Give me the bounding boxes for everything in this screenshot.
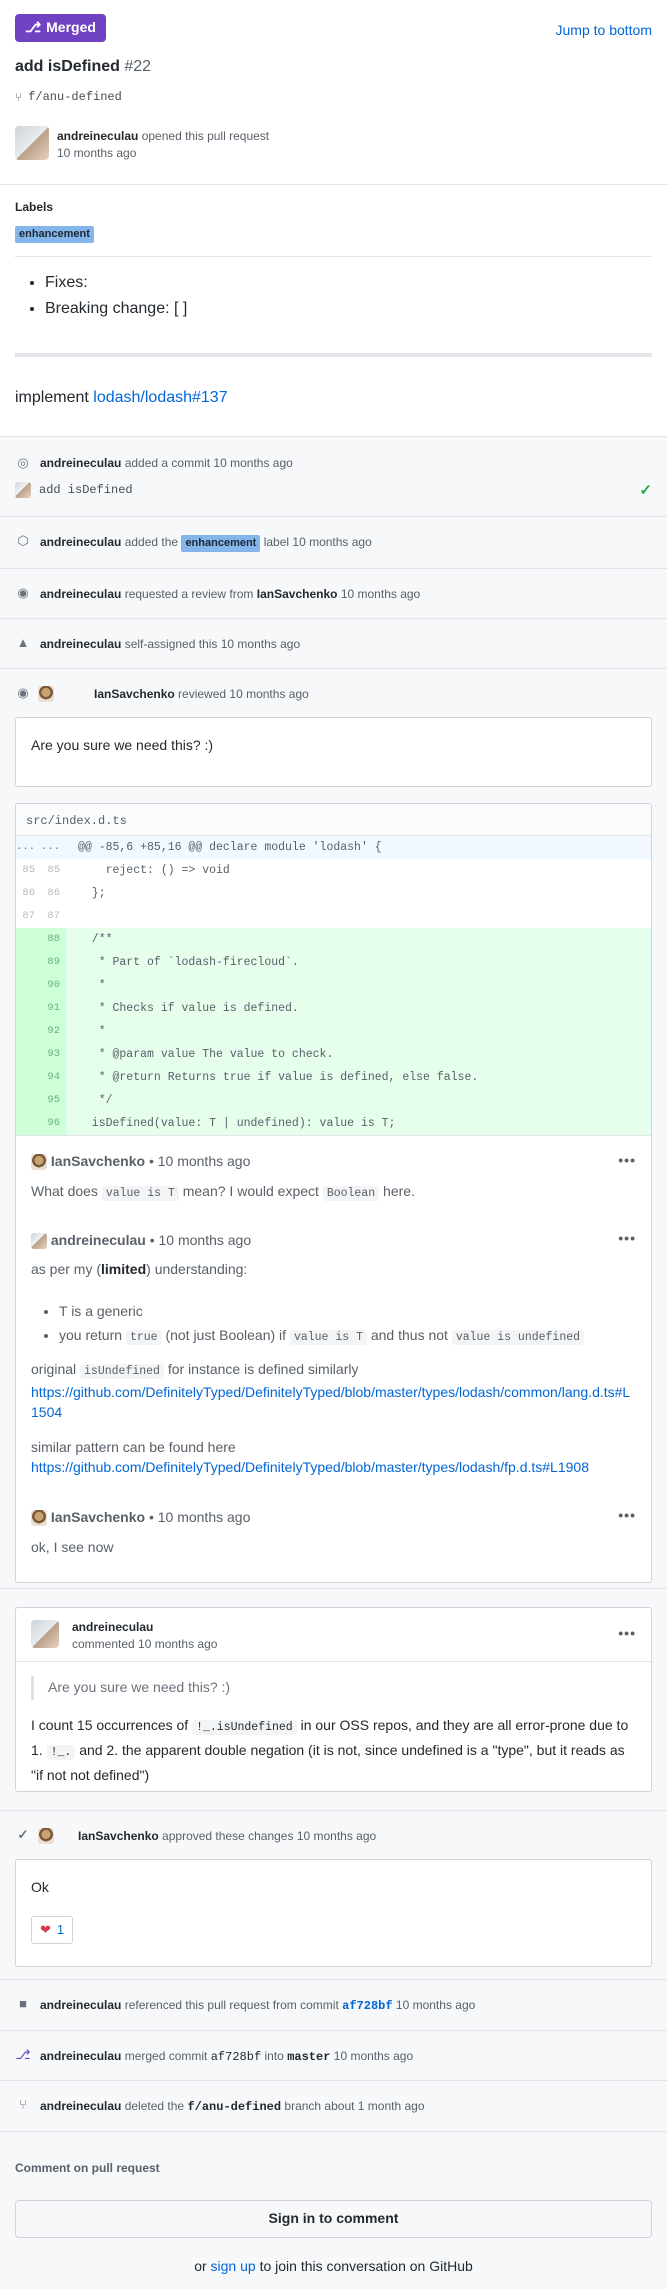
merged-badge: ⎇ Merged [15,14,106,42]
eye-icon: ◉ [17,684,29,700]
check-icon: ✓ [17,1826,29,1842]
signup-line: or sign up to join this conversation on … [194,2258,473,2274]
author-link[interactable]: andreineculau [57,129,138,143]
opener-meta: andreineculau opened this pull request 1… [57,129,270,160]
branch-info: ⑂ f/anu-defined [0,88,667,106]
file-path[interactable]: src/index.d.ts [16,804,651,836]
timeline-comment: andreineculau commented 10 months ago ••… [0,1588,667,1810]
issue-link[interactable]: lodash/lodash#137 [93,389,227,406]
pr-title: add isDefined #22 [0,56,667,78]
review-body: Are you sure we need this? :) [15,717,652,787]
sign-up-link[interactable]: sign up [211,2258,256,2274]
diff-line-added: 94 * @return Returns true if value is de… [16,1066,651,1089]
merge-icon: ⎇ [25,19,42,36]
implement-line: implement lodash/lodash#137 [15,389,228,406]
approval-body: Ok ❤ 1 [15,1859,652,1967]
commit-message-link[interactable]: add isDefined [39,482,133,499]
definitelytyped-link[interactable]: https://github.com/DefinitelyTyped/Defin… [31,1384,630,1420]
labels-heading: Labels [15,200,54,214]
review-comment: IanSavchenko • 10 months ago ••• What do… [16,1135,651,1216]
check-icon[interactable]: ✓ [639,480,652,501]
labels-section: Labels enhancement [0,185,667,256]
more-options-icon[interactable]: ••• [618,1151,636,1171]
timeline-delete-branch-event: ⑂ andreineculau deleted the f/anu-define… [0,2080,667,2131]
avatar[interactable] [31,1233,47,1250]
more-options-icon[interactable]: ••• [618,1506,636,1526]
label-badge[interactable]: enhancement [15,226,94,243]
commit-icon: ◎ [17,454,29,470]
deleted-branch-name: f/anu-defined [187,2100,282,2114]
diff-line-added: 95 */ [16,1089,651,1112]
avatar[interactable] [38,686,54,702]
comment-footer: Comment on pull request Sign in to comme… [0,2131,667,2289]
more-options-icon[interactable]: ••• [618,1624,636,1644]
diff-line-added: 92 * [16,1020,651,1043]
diff-line-added: 90 * [16,974,651,997]
avatar[interactable] [15,126,49,160]
jump-to-bottom-link[interactable]: Jump to bottom [556,21,653,41]
commit-sha-link[interactable]: af728bf [342,1999,392,2013]
diff-line-added: 88 /** [16,928,651,951]
pr-opener: andreineculau opened this pull request 1… [0,114,667,184]
reaction-button[interactable]: ❤ 1 [31,1915,74,1944]
eye-icon: ◉ [17,584,29,600]
review-thread: src/index.d.ts ...... @@ -85,6 +85,16 @@ … [15,803,652,1583]
diff-line: 87 87 [22,910,60,922]
footer-heading: Comment on pull request [15,2161,160,2175]
tag-icon: ⬡ [17,532,29,548]
diff-line-added: 91 * Checks if value is defined. [16,997,651,1020]
branch-icon: ⑂ [15,89,23,104]
commit-sha-link[interactable]: af728bf [211,2050,261,2064]
list-item: Breaking change: [ ] [45,296,187,322]
avatar[interactable] [15,482,31,499]
timeline-reference-event: ■ andreineculau referenced this pull req… [0,1979,667,2030]
diff-line-added: 89 * Part of `lodash-firecloud`. [16,951,651,974]
pr-header: ⎇ Merged Jump to bottom [0,0,667,56]
timeline-merge-event: ⎇ andreineculau merged commit af728bf in… [0,2030,667,2080]
pr-description: Fixes: Breaking change: [ ] [0,257,667,353]
timeline-review: ◉ IanSavchenko reviewed 10 months ago Ar… [0,668,667,1588]
pr-number: #22 [124,58,152,75]
list-item: you return true (not just Boolean) if va… [59,1323,585,1350]
avatar[interactable] [31,1154,47,1171]
avatar[interactable] [31,1510,47,1527]
comment-box: andreineculau commented 10 months ago ••… [15,1607,652,1792]
branch-name[interactable]: f/anu-defined [28,89,122,106]
bookmark-icon: ■ [19,1995,27,2011]
diff-line-added: 96 isDefined(value: T | undefined): valu… [16,1112,651,1135]
merge-icon: ⎇ [15,2046,31,2062]
diff-line: 86 86 }; [22,887,106,900]
diff-line: 85 85 reject: () => void [22,864,230,877]
timeline-commit-event: ◎ andreineculau added a commit 10 months… [0,436,667,516]
list-item: Fixes: [45,270,187,296]
sign-in-button[interactable]: Sign in to comment [15,2200,652,2238]
more-options-icon[interactable]: ••• [618,1229,636,1249]
diff-line-added: 93 * @param value The value to check. [16,1043,651,1066]
avatar[interactable] [31,1620,59,1648]
timeline-self-assign: ▲ andreineculau self-assigned this 10 mo… [0,618,667,668]
list-item: T is a generic [59,1299,584,1323]
heart-icon: ❤ [40,1921,51,1937]
quote: Are you sure we need this? :) [31,1676,636,1700]
branch-icon: ⑂ [19,2096,27,2112]
timeline-review-request: ◉ andreineculau requested a review from … [0,568,667,618]
hunk-header: ...... @@ -85,6 +85,16 @@ declare module … [16,836,651,859]
review-comment: IanSavchenko • 10 months ago ••• ok, I s… [31,1506,636,1555]
pr-title-text: add isDefined [15,58,120,75]
timeline-approval: ✓ IanSavchenko approved these changes 10… [0,1810,667,1979]
review-comment: andreineculau • 10 months ago ••• as per… [16,1216,651,1498]
definitelytyped-link[interactable]: https://github.com/DefinitelyTyped/Defin… [31,1459,589,1475]
person-icon: ▲ [16,634,30,650]
target-branch[interactable]: master [287,2050,330,2064]
avatar[interactable] [38,1828,54,1844]
label-badge[interactable]: enhancement [181,535,261,552]
timeline-label-event: ⬡ andreineculau added the enhancement la… [0,516,667,568]
